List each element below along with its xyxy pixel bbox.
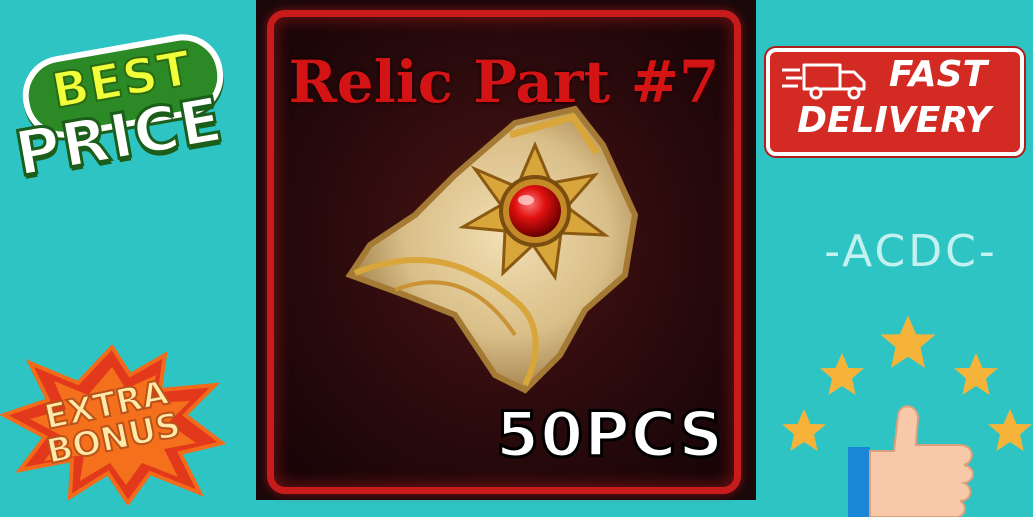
star-icon <box>988 409 1032 451</box>
star-icon <box>782 409 826 451</box>
star-icon <box>880 315 936 368</box>
thumbs-up-icon <box>848 405 974 517</box>
star-icon <box>820 353 864 395</box>
rating-stars-thumbs <box>782 315 1032 517</box>
truck-icon <box>782 63 866 100</box>
seller-tag: -ACDC- <box>824 226 998 277</box>
quantity-label: 50PCS <box>494 397 725 473</box>
star-icon <box>954 353 998 395</box>
relic-gem-icon <box>345 105 639 394</box>
fast-label: FAST <box>888 54 988 95</box>
delivery-label: DELIVERY <box>797 100 991 141</box>
